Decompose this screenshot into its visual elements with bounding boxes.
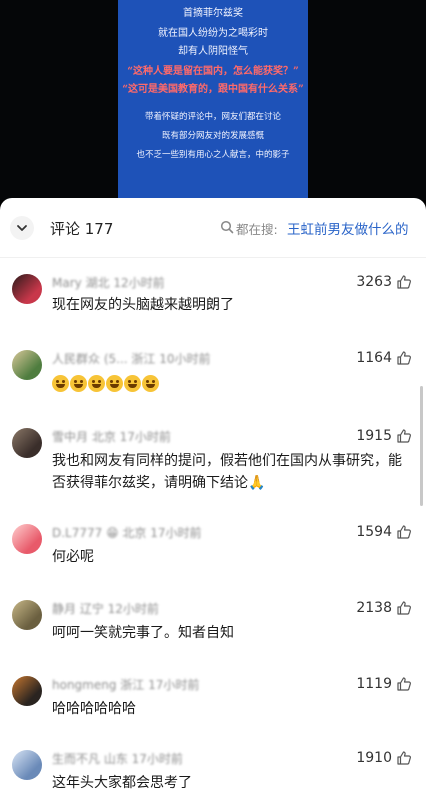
video-caption-line: 却有人阴阳怪气 xyxy=(178,46,248,57)
laughing-emoji-icon xyxy=(106,374,123,392)
like-button[interactable]: 3263 xyxy=(356,274,412,290)
like-button[interactable]: 1119 xyxy=(356,676,412,692)
chevron-down-icon xyxy=(17,225,27,231)
grinning-emoji-icon xyxy=(70,374,87,392)
video-caption-line: 就在国人纷纷为之喝彩时 xyxy=(158,28,268,39)
avatar[interactable] xyxy=(12,600,42,630)
like-count: 1594 xyxy=(356,524,392,540)
comment-username[interactable]: 静月 辽宁 12小时前 xyxy=(52,600,159,617)
screen: 首摘菲尔兹奖 就在国人纷纷为之喝彩时 却有人阴阳怪气 “这种人要是留在国内，怎么… xyxy=(0,0,426,800)
comment-username[interactable]: hongmeng 浙江 17小时前 xyxy=(52,676,199,693)
like-count: 1915 xyxy=(356,428,392,444)
like-count: 2138 xyxy=(356,600,392,616)
trending-search-label: 都在搜: xyxy=(236,222,278,237)
like-count: 3263 xyxy=(356,274,392,290)
laughing-emoji-icon xyxy=(142,374,159,392)
thumbs-up-icon xyxy=(397,751,411,765)
comment-text: 何必呢 xyxy=(52,549,94,565)
video-caption-line: 既有部分网友对的发展感慨 xyxy=(161,131,264,141)
comment-sheet: 评论 177 都在搜: 王虹前男友做什么的 Mary 湖北 12小时前 现在网友… xyxy=(0,198,426,800)
comment-username[interactable]: D.L7777 😁 北京 17小时前 xyxy=(52,524,202,541)
avatar[interactable] xyxy=(12,274,42,304)
comment-username[interactable]: Mary 湖北 12小时前 xyxy=(52,274,165,291)
thumbs-up-icon xyxy=(397,351,411,365)
like-count: 1910 xyxy=(356,750,392,766)
like-button[interactable]: 1915 xyxy=(356,428,412,444)
comment-text: 哈哈哈哈哈哈 xyxy=(52,701,136,717)
search-icon[interactable] xyxy=(220,220,234,234)
video-frame: 首摘菲尔兹奖 就在国人纷纷为之喝彩时 却有人阴阳怪气 “这种人要是留在国内，怎么… xyxy=(118,0,308,198)
video-caption-line: 首摘菲尔兹奖 xyxy=(183,8,243,19)
grinning-emoji-icon xyxy=(88,374,105,392)
video-caption-line: 也不乏一些别有用心之人献言，中的影子 xyxy=(136,150,290,160)
comment-username[interactable]: 雪中月 北京 17小时前 xyxy=(52,428,171,445)
like-button[interactable]: 2138 xyxy=(356,600,412,616)
thumbs-up-icon xyxy=(397,525,411,539)
thumbs-up-icon xyxy=(397,601,411,615)
thumbs-up-icon xyxy=(397,275,411,289)
like-button[interactable]: 1164 xyxy=(356,350,412,366)
comment-text: 现在网友的头脑越来越明朗了 xyxy=(52,297,234,313)
like-count: 1164 xyxy=(356,350,392,366)
grinning-emoji-icon xyxy=(52,374,69,392)
comment-header: 评论 177 都在搜: 王虹前男友做什么的 xyxy=(0,198,426,258)
video-caption-line: “这可是美国教育的，跟中国有什么关系” xyxy=(122,84,304,95)
like-button[interactable]: 1594 xyxy=(356,524,412,540)
comment-username[interactable]: 人民群众 (5... 浙江 10小时前 xyxy=(52,350,210,367)
avatar[interactable] xyxy=(12,524,42,554)
video-caption-line: 带着怀疑的评论中，网友们都在讨论 xyxy=(144,112,281,122)
scrollbar[interactable] xyxy=(420,386,423,506)
thumbs-up-icon xyxy=(397,677,411,691)
comment-text: 呵呵一笑就完事了。知者自知 xyxy=(52,625,234,641)
comment-count-title: 评论 177 xyxy=(50,220,114,238)
avatar[interactable] xyxy=(12,428,42,458)
video-player[interactable]: 首摘菲尔兹奖 就在国人纷纷为之喝彩时 却有人阴阳怪气 “这种人要是留在国内，怎么… xyxy=(0,0,426,200)
avatar[interactable] xyxy=(12,676,42,706)
thumbs-up-icon xyxy=(397,429,411,443)
like-button[interactable]: 1910 xyxy=(356,750,412,766)
avatar[interactable] xyxy=(12,750,42,780)
trending-search-link[interactable]: 王虹前男友做什么的 xyxy=(287,218,409,238)
like-count: 1119 xyxy=(356,676,392,692)
avatar[interactable] xyxy=(12,350,42,380)
comment-username[interactable]: 生而不凡 山东 17小时前 xyxy=(52,750,183,767)
video-caption-line: “这种人要是留在国内，怎么能获奖？” xyxy=(127,66,299,77)
collapse-button[interactable] xyxy=(10,216,34,240)
comment-text: 我也和网友有同样的提问，假若他们在国内从事研究，能否获得菲尔兹奖，请明确下结论🙏 xyxy=(52,453,402,491)
comment-emoji-row xyxy=(52,372,412,394)
comment-text: 这年头大家都会思考了 xyxy=(52,775,192,791)
laughing-emoji-icon xyxy=(124,374,141,392)
